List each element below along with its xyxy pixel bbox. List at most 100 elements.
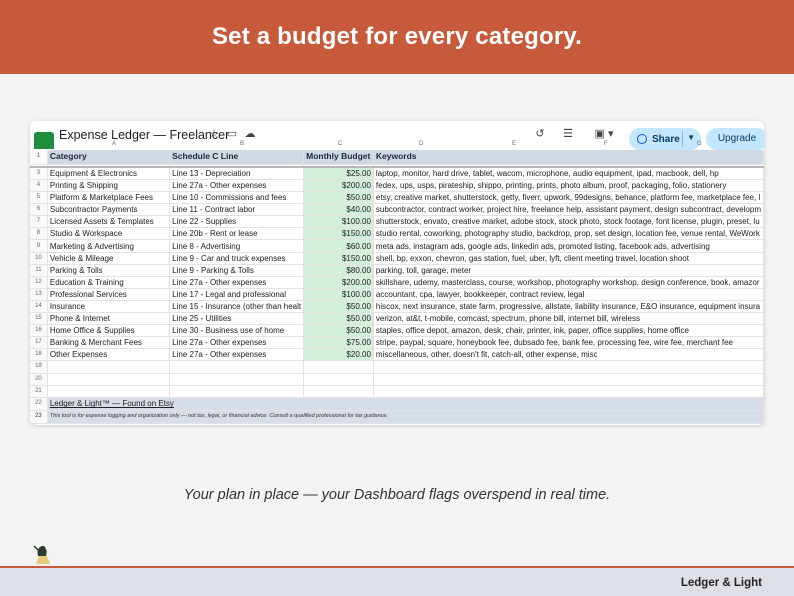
schedule-cell[interactable]: Line 10 - Commissions and fees xyxy=(169,191,305,205)
schedule-cell[interactable]: Line 8 - Advertising xyxy=(169,239,305,253)
category-cell[interactable]: Home Office & Supplies xyxy=(47,324,171,338)
empty-cell[interactable] xyxy=(303,373,374,386)
budget-cell[interactable]: $100.00 xyxy=(303,215,374,229)
category-cell[interactable]: Vehicle & Mileage xyxy=(47,252,171,265)
budget-cell[interactable]: $75.00 xyxy=(303,336,374,350)
header-schedule[interactable]: Schedule C Line xyxy=(169,150,305,165)
category-cell[interactable]: Marketing & Advertising xyxy=(47,239,171,253)
schedule-cell[interactable]: Line 27a - Other expenses xyxy=(169,348,305,362)
budget-cell[interactable]: $80.00 xyxy=(303,264,374,277)
column-header-a[interactable]: A xyxy=(112,141,116,147)
keywords-cell[interactable]: parking, toll, garage, meter xyxy=(373,264,764,277)
budget-cell[interactable]: $50.00 xyxy=(303,300,374,314)
cloud-status-icon[interactable]: ☁ xyxy=(243,127,257,141)
schedule-cell[interactable]: Line 11 - Contract labor xyxy=(169,203,305,217)
etsy-link[interactable]: Ledger & Light™ — Found on Etsy xyxy=(50,399,174,408)
header-budget[interactable]: Monthly Budget xyxy=(303,150,374,165)
budget-cell[interactable]: $150.00 xyxy=(303,227,374,241)
category-cell[interactable]: Insurance xyxy=(47,300,171,314)
budget-cell[interactable]: $40.00 xyxy=(303,203,374,217)
keywords-cell[interactable]: shell, bp, exxon, chevron, gas station, … xyxy=(373,252,764,265)
keywords-cell[interactable]: staples, office depot, amazon, desk, cha… xyxy=(373,324,764,338)
empty-cell[interactable] xyxy=(373,373,764,386)
category-cell[interactable]: Licensed Assets & Templates xyxy=(47,215,171,229)
schedule-cell[interactable]: Line 27a - Other expenses xyxy=(169,336,305,350)
category-cell[interactable]: Phone & Internet xyxy=(47,312,171,326)
disclaimer-cell[interactable]: This tool is for expense logging and org… xyxy=(47,410,764,424)
category-cell[interactable]: Other Expenses xyxy=(47,348,171,362)
column-header-d[interactable]: D xyxy=(419,141,423,147)
budget-cell[interactable]: $150.00 xyxy=(303,252,374,265)
schedule-cell[interactable]: Line 30 - Business use of home xyxy=(169,324,305,338)
keywords-cell[interactable]: laptop, monitor, hard drive, tablet, wac… xyxy=(373,167,764,180)
category-cell[interactable]: Studio & Workspace xyxy=(47,227,171,241)
schedule-cell[interactable]: Line 15 - Insurance (other than healt xyxy=(169,300,305,314)
budget-cell[interactable]: $50.00 xyxy=(303,191,374,205)
keywords-cell[interactable]: miscellaneous, other, doesn't fit, catch… xyxy=(373,348,764,362)
empty-cell[interactable] xyxy=(47,385,171,398)
budget-cell[interactable]: $200.00 xyxy=(303,276,374,289)
brand-cell[interactable]: Ledger & Light™ — Found on Etsy xyxy=(47,397,764,411)
column-header-c[interactable]: C xyxy=(338,141,342,147)
comments-icon[interactable]: ☰ xyxy=(561,127,575,141)
schedule-cell[interactable]: Line 17 - Legal and professional xyxy=(169,288,305,301)
schedule-cell[interactable]: Line 27a - Other expenses xyxy=(169,276,305,289)
empty-cell[interactable] xyxy=(169,360,305,374)
column-header-b[interactable]: B xyxy=(240,141,244,147)
budget-cell[interactable]: $25.00 xyxy=(303,167,374,180)
header-keywords[interactable]: Keywords xyxy=(373,150,764,165)
keywords-cell[interactable]: subcontractor, contract worker, project … xyxy=(373,203,764,217)
empty-cell[interactable] xyxy=(169,373,305,386)
history-icon[interactable]: ↺ xyxy=(533,127,547,141)
keywords-cell[interactable]: shutterstock, envato, creative market, a… xyxy=(373,215,764,229)
empty-cell[interactable] xyxy=(303,360,374,374)
empty-cell[interactable] xyxy=(373,360,764,374)
category-cell[interactable]: Platform & Marketplace Fees xyxy=(47,191,171,205)
keywords-cell[interactable]: verizon, at&t, t-mobile, comcast, spectr… xyxy=(373,312,764,326)
column-header-f[interactable]: F xyxy=(604,141,608,147)
schedule-cell[interactable]: Line 13 - Depreciation xyxy=(169,167,305,180)
schedule-cell[interactable]: Line 27a - Other expenses xyxy=(169,179,305,193)
category-cell[interactable]: Equipment & Electronics xyxy=(47,167,171,180)
category-cell[interactable]: Banking & Merchant Fees xyxy=(47,336,171,350)
keywords-cell[interactable]: studio rental, coworking, photography st… xyxy=(373,227,764,241)
budget-cell[interactable]: $60.00 xyxy=(303,239,374,253)
budget-cell[interactable]: $100.00 xyxy=(303,288,374,301)
document-title[interactable]: Expense Ledger — Freelancer xyxy=(59,128,229,142)
header-category[interactable]: Category xyxy=(47,150,171,165)
schedule-cell[interactable]: Line 25 - Utilities xyxy=(169,312,305,326)
schedule-cell[interactable]: Line 20b - Rent or lease xyxy=(169,227,305,241)
empty-cell[interactable] xyxy=(303,385,374,398)
category-cell[interactable]: Professional Services xyxy=(47,288,171,301)
spreadsheet-screenshot: Expense Ledger — Freelancer ☆ ▭ ☁ ↺ ☰ ▣ … xyxy=(30,121,764,425)
schedule-cell[interactable]: Line 22 - Supplies xyxy=(169,215,305,229)
row-number: 7 xyxy=(30,215,48,229)
move-folder-icon[interactable]: ▭ xyxy=(225,127,239,141)
star-icon[interactable]: ☆ xyxy=(207,127,221,141)
column-header-e[interactable]: E xyxy=(512,141,516,147)
column-header-g[interactable]: G xyxy=(697,141,702,147)
empty-cell[interactable] xyxy=(47,360,171,374)
keywords-cell[interactable]: skillshare, udemy, masterclass, course, … xyxy=(373,276,764,289)
category-cell[interactable]: Education & Training xyxy=(47,276,171,289)
budget-cell[interactable]: $50.00 xyxy=(303,312,374,326)
schedule-cell[interactable]: Line 9 - Parking & Tolls xyxy=(169,264,305,277)
keywords-cell[interactable]: fedex, ups, usps, pirateship, shippo, pr… xyxy=(373,179,764,193)
budget-cell[interactable]: $50.00 xyxy=(303,324,374,338)
schedule-cell[interactable]: Line 9 - Car and truck expenses xyxy=(169,252,305,265)
category-cell[interactable]: Subcontractor Payments xyxy=(47,203,171,217)
meet-icon[interactable]: ▣ ▾ xyxy=(593,127,615,141)
keywords-cell[interactable]: hiscox, next insurance, state farm, prog… xyxy=(373,300,764,314)
keywords-cell[interactable]: accountant, cpa, lawyer, bookkeeper, con… xyxy=(373,288,764,301)
budget-cell[interactable]: $20.00 xyxy=(303,348,374,362)
keywords-cell[interactable]: stripe, paypal, square, honeybook fee, d… xyxy=(373,336,764,350)
empty-cell[interactable] xyxy=(47,373,171,386)
row-number: 22 xyxy=(30,397,48,411)
keywords-cell[interactable]: etsy, creative market, shutterstock, get… xyxy=(373,191,764,205)
category-cell[interactable]: Printing & Shipping xyxy=(47,179,171,193)
budget-cell[interactable]: $200.00 xyxy=(303,179,374,193)
category-cell[interactable]: Parking & Tolls xyxy=(47,264,171,277)
empty-cell[interactable] xyxy=(169,385,305,398)
empty-cell[interactable] xyxy=(373,385,764,398)
keywords-cell[interactable]: meta ads, instagram ads, google ads, lin… xyxy=(373,239,764,253)
